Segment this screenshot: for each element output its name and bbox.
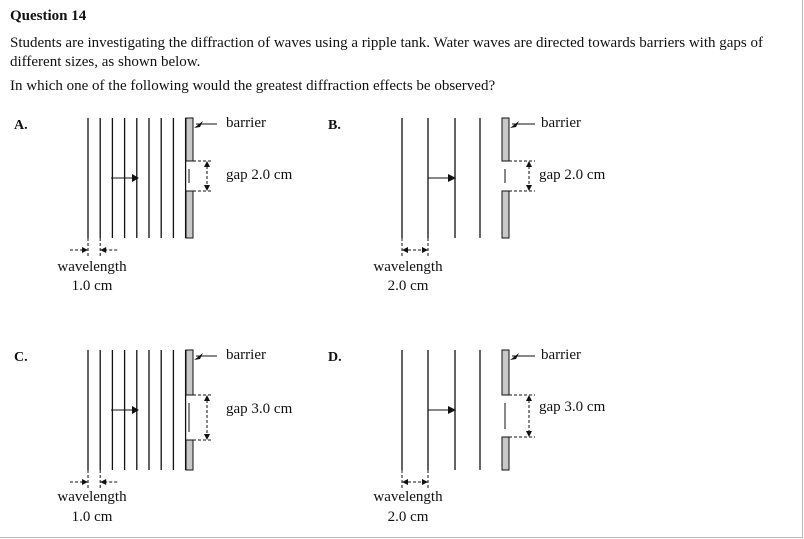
option-a-gap-label: gap 2.0 cm	[226, 167, 293, 183]
option-d-letter: D.	[328, 350, 342, 365]
option-d-gap-arrow-top	[526, 395, 532, 401]
option-c-wavelength-label: wavelength	[57, 489, 127, 505]
option-b-gap-arrow-top	[526, 161, 532, 167]
option-c-letter: C.	[14, 350, 28, 365]
option-a-wavelength-label: wavelength	[57, 259, 127, 275]
option-b-letter: B.	[328, 118, 341, 133]
option-c-gap-arrow-top	[204, 395, 210, 401]
option-c-direction-arrowhead	[132, 406, 139, 414]
option-a-barrier-upper	[185, 117, 194, 162]
option-c-wavelength-arrow-right	[100, 479, 107, 485]
option-c-barrier-label: barrier	[226, 347, 266, 363]
option-d-wavelength-value: 2.0 cm	[387, 509, 429, 525]
option-b-wavelength-label: wavelength	[373, 259, 443, 275]
option-b-gap-label: gap 2.0 cm	[539, 167, 606, 183]
option-c-wavelength-arrow-left	[82, 479, 88, 485]
option-d-barrier-label: barrier	[541, 347, 581, 363]
option-b-barrier-upper	[501, 117, 510, 162]
option-b-wavelength-arrow-right	[422, 247, 428, 253]
option-b-wavelength-arrow-left	[402, 247, 408, 253]
option-d-barrier-upper	[501, 349, 510, 396]
option-c-wavelength-value: 1.0 cm	[71, 509, 113, 525]
option-c-gap-label: gap 3.0 cm	[226, 401, 293, 417]
option-d-gap-arrow-bottom	[526, 431, 532, 437]
option-a-wavelength-arrow-left	[82, 247, 88, 253]
option-b-gap-arrow-bottom	[526, 185, 532, 191]
option-b-wavelength-value: 2.0 cm	[387, 278, 429, 294]
option-a-wavelength-arrow-right	[100, 247, 107, 253]
option-c-gap-arrow-bottom	[204, 434, 210, 440]
option-a-direction-arrowhead	[132, 174, 139, 182]
option-d-wavelength-label: wavelength	[373, 489, 443, 505]
option-c-barrier-lower	[185, 439, 194, 471]
option-a-barrier-lower	[185, 190, 194, 239]
option-d-barrier-lower	[501, 436, 510, 471]
option-d-wavelength-arrow-left	[402, 479, 408, 485]
option-b-barrier-lower	[501, 190, 510, 239]
option-d-wavelength-arrow-right	[422, 479, 428, 485]
option-d-gap-label: gap 3.0 cm	[539, 399, 606, 415]
option-c-barrier-upper	[185, 349, 194, 396]
option-a-gap-arrow-bottom	[204, 185, 210, 191]
option-b-barrier-label: barrier	[541, 115, 581, 131]
option-a-barrier-label: barrier	[226, 115, 266, 131]
option-a-letter: A.	[14, 118, 28, 133]
option-a-wavelength-value: 1.0 cm	[71, 278, 113, 294]
option-a-gap-arrow-top	[204, 161, 210, 167]
